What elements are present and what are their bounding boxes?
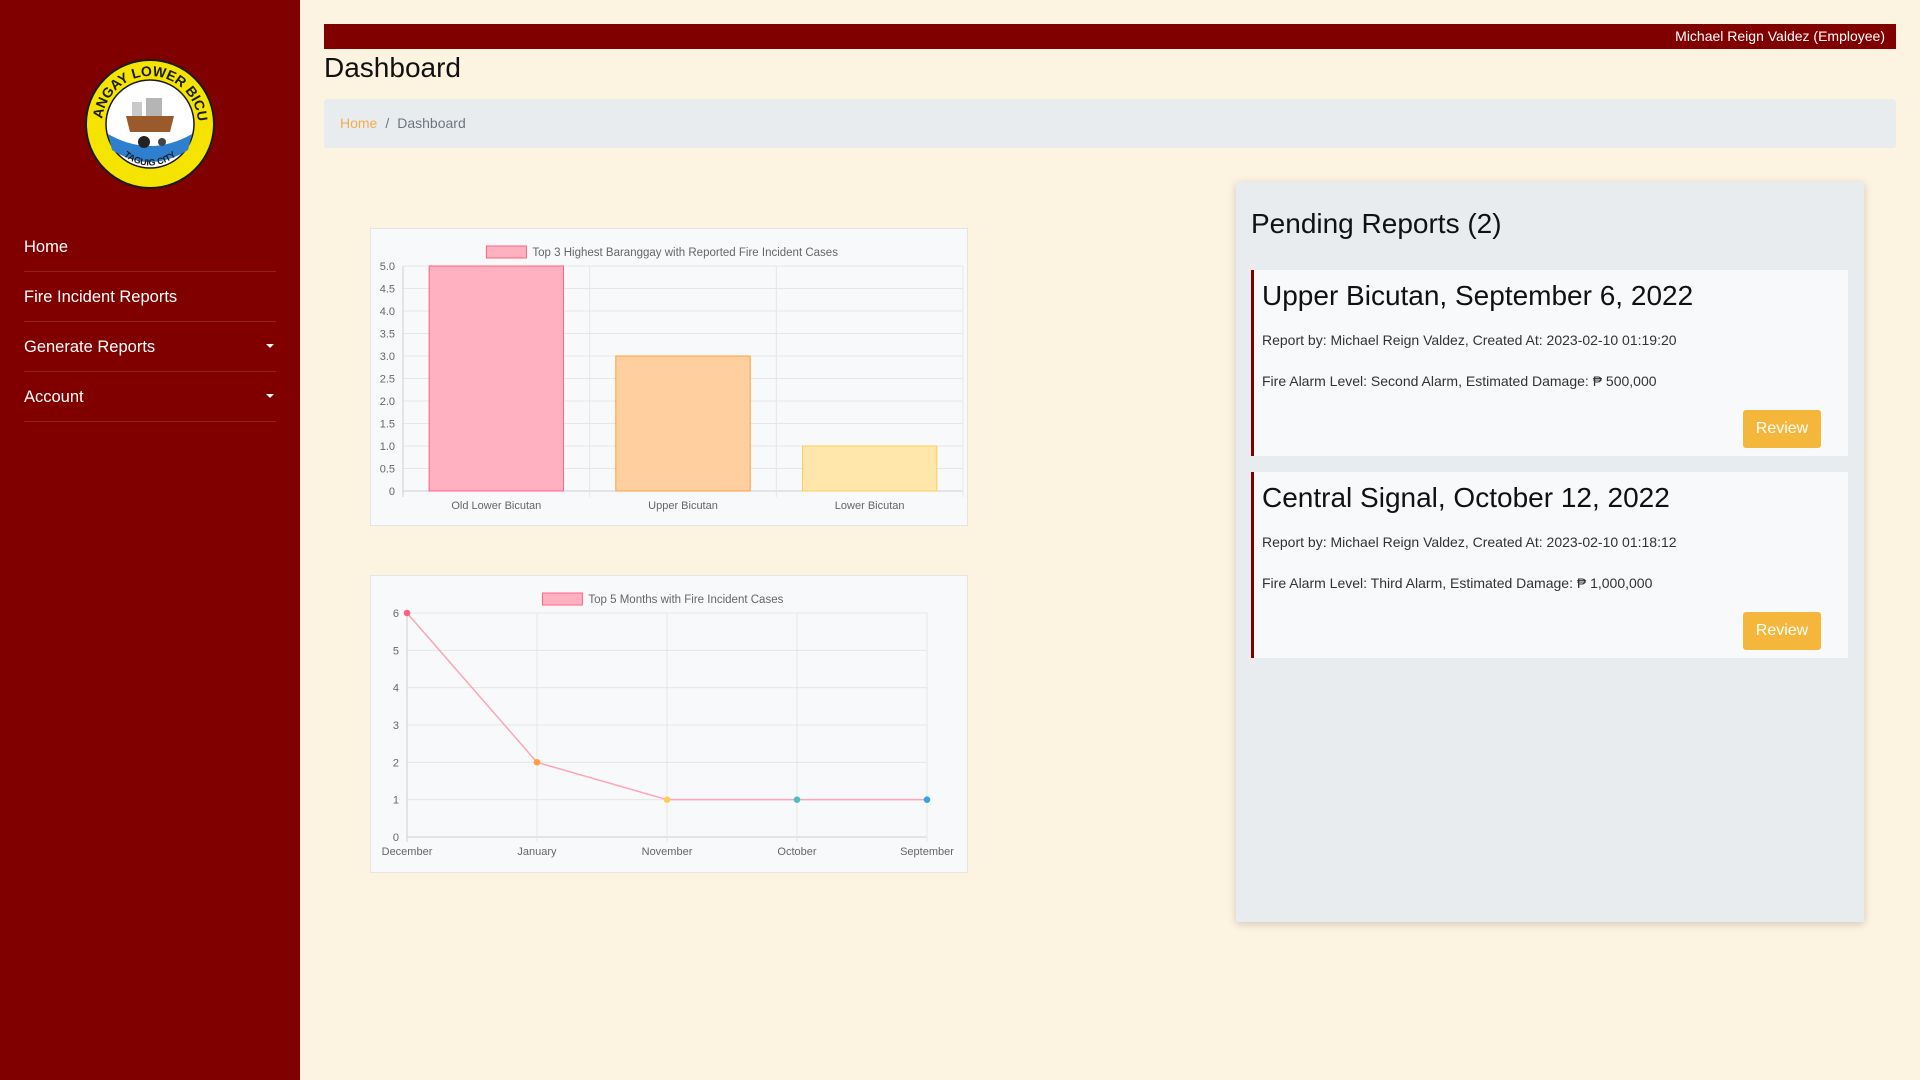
y-tick-label: 4.0 [380,306,395,318]
page-title: Dashboard [324,52,461,83]
y-tick-label: 3.5 [380,329,395,341]
y-tick-label: 6 [393,608,399,620]
data-point [533,759,541,766]
sidebar: BARANGAY LOWER BICUTAN TAGUIG CITY Home … [0,0,300,1080]
y-tick-label: 1.0 [380,441,395,453]
sidebar-item-label: Account [24,388,84,406]
sidebar-item-label: Generate Reports [24,338,156,356]
bar [615,355,751,492]
y-tick-label: 1.5 [380,419,395,431]
y-tick-label: 2.5 [380,374,395,386]
y-tick-label: 2.0 [380,396,395,408]
x-tick-label: Old Lower Bicutan [451,500,541,512]
x-tick-label: October [777,846,816,858]
report-meta: Report by: Michael Reign Valdez, Created… [1262,332,1677,348]
x-tick-label: Lower Bicutan [835,500,905,512]
legend-label: Top 3 Highest Baranggay with Reported Fi… [532,247,838,259]
data-point [403,609,411,617]
sidebar-item-label: Fire Incident Reports [24,288,178,306]
top-bar: Michael Reign Valdez (Employee) [324,24,1896,49]
report-card: Upper Bicutan, September 6, 2022 Report … [1251,270,1848,456]
line-chart: Top 5 Months with Fire Incident Cases 0 1 2… [382,592,954,858]
y-tick-label: 3.0 [380,351,395,363]
x-tick-label: December [382,846,433,858]
breadcrumb-current: Dashboard [397,115,466,131]
report-title: Central Signal, October 12, 2022 [1262,482,1670,513]
sidebar-item-account[interactable]: Account [24,372,276,422]
y-tick-label: 0 [389,486,395,498]
breadcrumb-separator: / [385,115,390,131]
report-card: Central Signal, October 12, 2022 Report … [1251,472,1848,658]
sidebar-item-generate-reports[interactable]: Generate Reports [24,322,276,372]
report-details: Fire Alarm Level: Third Alarm, Estimated… [1262,575,1653,591]
review-button[interactable]: Review [1743,410,1821,448]
y-tick-label: 3 [393,720,399,732]
y-tick-label: 2 [393,757,399,769]
y-tick-label: 5 [393,645,399,657]
pending-reports-panel: Pending Reports (2) Upper Bicutan, Septe… [1236,182,1864,922]
report-meta: Report by: Michael Reign Valdez, Created… [1262,534,1677,550]
x-tick-label: January [517,846,557,858]
pending-reports-heading: Pending Reports (2) [1251,208,1502,239]
sidebar-nav: Home Fire Incident Reports Generate Repo… [24,222,276,422]
y-tick-label: 5.0 [380,261,395,273]
barangay-seal-icon[interactable]: BARANGAY LOWER BICUTAN TAGUIG CITY [84,58,216,190]
report-title: Upper Bicutan, September 6, 2022 [1262,280,1694,311]
x-tick-label: September [900,846,954,858]
x-tick-label: November [642,846,693,858]
sidebar-item-home[interactable]: Home [24,222,276,272]
bar [428,265,565,492]
bar [801,445,938,492]
bar-chart-card: Top 3 Highest Baranggay with Reported Fi… [370,228,968,526]
data-point [663,796,671,803]
breadcrumb: Home / Dashboard [324,99,1896,148]
review-button[interactable]: Review [1743,612,1821,650]
bar-chart: Top 3 Highest Baranggay with Reported Fi… [380,245,964,512]
report-details: Fire Alarm Level: Second Alarm, Estimate… [1262,373,1657,389]
breadcrumb-home-link[interactable]: Home [340,115,377,131]
legend-label: Top 5 Months with Fire Incident Cases [588,594,783,606]
user-name[interactable]: Michael Reign Valdez (Employee) [1675,28,1885,44]
x-tick-label: Upper Bicutan [648,500,718,512]
y-tick-label: 4 [393,683,399,695]
line-chart-card: Top 5 Months with Fire Incident Cases 0 1 2… [370,575,968,873]
legend-swatch [541,592,583,606]
caret-down-icon [266,344,274,348]
sidebar-item-label: Home [24,238,69,256]
data-point [793,796,801,803]
y-tick-label: 4.5 [380,284,395,296]
data-point [923,796,931,803]
legend-swatch [485,245,527,259]
caret-down-icon [266,394,274,398]
sidebar-item-fire-incident-reports[interactable]: Fire Incident Reports [24,272,276,322]
y-tick-label: 1 [393,795,399,807]
y-tick-label: 0.5 [380,464,395,476]
y-tick-label: 0 [393,832,399,844]
